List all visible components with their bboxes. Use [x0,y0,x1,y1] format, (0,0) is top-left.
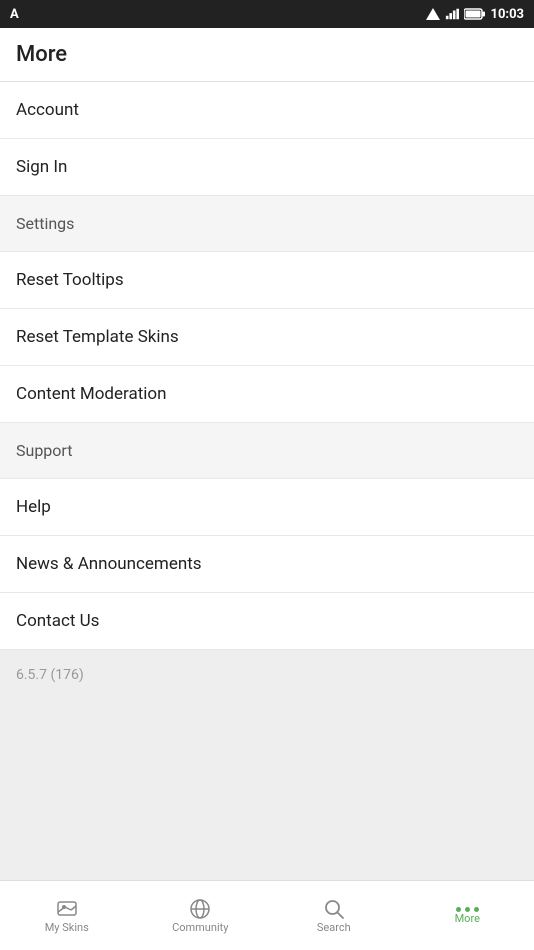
wifi-icon [445,8,459,20]
nav-label-community: Community [172,921,228,934]
nav-label-my-skins: My Skins [45,921,89,934]
search-icon [322,897,346,921]
menu-item-support[interactable]: Support [0,423,534,479]
community-icon [188,897,212,921]
version-text: 6.5.7 (176) [16,667,84,683]
app-icon: A [10,7,19,22]
nav-item-community[interactable]: Community [134,881,268,950]
menu-item-reset-template-skins[interactable]: Reset Template Skins [0,309,534,366]
status-bar: A 10:03 [0,0,534,28]
battery-icon [464,8,486,20]
status-time: 10:03 [491,7,525,22]
menu-item-sign-in[interactable]: Sign In [0,139,534,196]
menu-item-account[interactable]: Account [0,82,534,139]
status-bar-left: A [10,7,19,22]
menu-item-content-moderation[interactable]: Content Moderation [0,366,534,423]
version-area: 6.5.7 (176) [0,650,534,880]
skins-icon [55,897,79,921]
nav-item-more[interactable]: More [401,881,534,950]
menu-item-help[interactable]: Help [0,479,534,536]
nav-label-search: Search [317,921,351,934]
status-bar-right: 10:03 [426,7,525,22]
nav-label-more: More [455,912,480,925]
page-title-bar: More [0,28,534,82]
signal-icon [426,8,440,20]
nav-item-my-skins[interactable]: My Skins [0,881,134,950]
menu-item-reset-tooltips[interactable]: Reset Tooltips [0,252,534,309]
bottom-nav: My Skins Community Search More [0,880,534,950]
menu-item-news-announcements[interactable]: News & Announcements [0,536,534,593]
page-title: More [16,42,67,67]
menu-list: Account Sign In Settings Reset Tooltips … [0,82,534,650]
menu-item-contact-us[interactable]: Contact Us [0,593,534,650]
main-content: More Account Sign In Settings Reset Tool… [0,28,534,880]
menu-item-settings[interactable]: Settings [0,196,534,252]
nav-item-search[interactable]: Search [267,881,401,950]
